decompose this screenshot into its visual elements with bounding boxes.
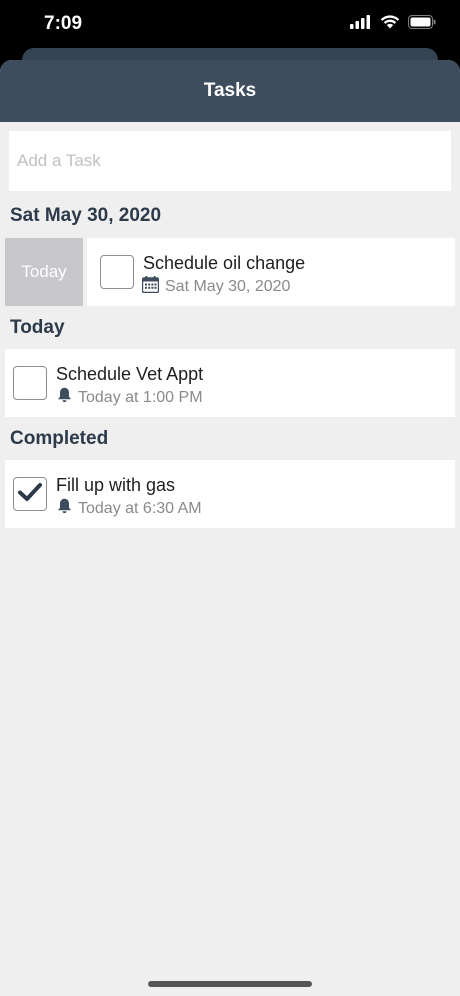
task-due-date: Sat May 30, 2020: [165, 278, 291, 295]
task-checkbox-checked[interactable]: [13, 477, 47, 511]
bell-icon: [57, 387, 72, 408]
battery-icon: [408, 14, 436, 34]
section-header-date: Sat May 30, 2020: [10, 205, 162, 226]
task-row-oil-change[interactable]: Today Schedule oil change Sat May 30, 20…: [5, 238, 455, 306]
status-bar: 7:09: [0, 0, 460, 50]
add-task-input[interactable]: [9, 131, 451, 191]
task-title: Schedule oil change: [143, 253, 306, 273]
task-title: Fill up with gas: [56, 475, 176, 495]
task-reminder: Today at 6:30 AM: [78, 499, 202, 517]
task-row-vet-appt[interactable]: Schedule Vet Appt Today at 1:00 PM: [5, 349, 455, 417]
calendar-icon: [141, 276, 160, 298]
navigation-bar: Tasks: [0, 60, 460, 122]
page-title: Tasks: [203, 80, 257, 101]
task-subtitle: Today at 6:30 AM: [57, 498, 202, 519]
section-header-today: Today: [10, 317, 65, 338]
checkmark-icon: [18, 482, 42, 507]
task-title: Schedule Vet Appt: [56, 364, 204, 384]
section-header-completed: Completed: [10, 428, 109, 449]
status-icons: [350, 14, 436, 34]
task-subtitle: Sat May 30, 2020: [141, 276, 291, 298]
task-checkbox[interactable]: [13, 366, 47, 400]
signal-icon: [350, 14, 372, 34]
task-subtitle: Today at 1:00 PM: [57, 387, 203, 408]
status-time: 7:09: [44, 13, 83, 34]
wifi-icon: [380, 14, 400, 34]
tasks-sheet: Tasks Sat May 30, 2020 Today Schedule oi…: [0, 60, 460, 996]
task-checkbox[interactable]: [100, 255, 134, 289]
swipe-today-button[interactable]: Today: [5, 238, 87, 306]
home-indicator[interactable]: [148, 981, 312, 987]
bell-icon: [57, 498, 72, 519]
task-row-fill-gas[interactable]: Fill up with gas Today at 6:30 AM: [5, 460, 455, 528]
task-reminder: Today at 1:00 PM: [78, 388, 203, 406]
